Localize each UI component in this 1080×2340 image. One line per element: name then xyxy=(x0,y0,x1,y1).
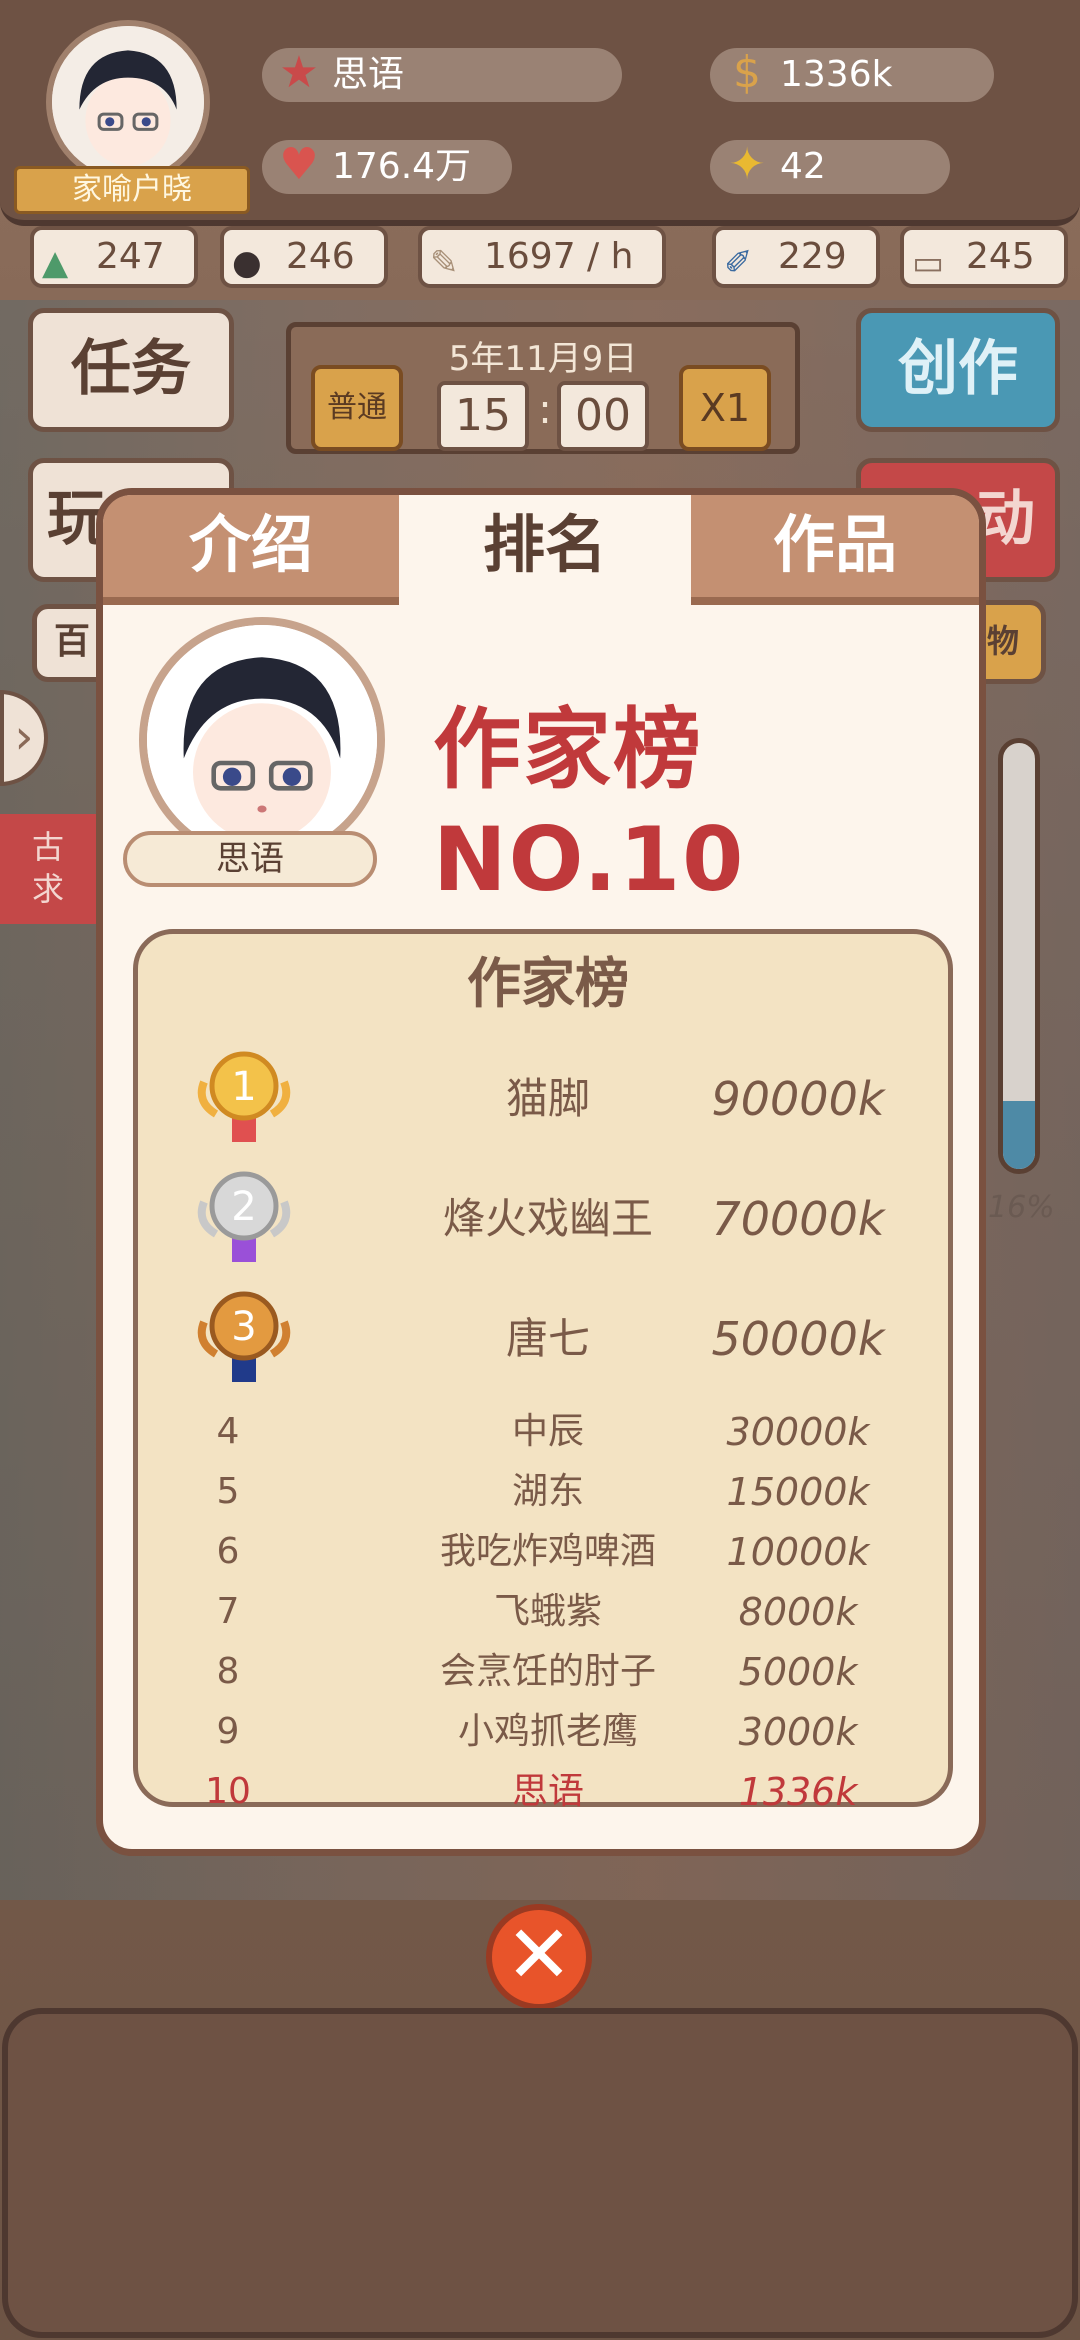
leaderboard-rank: 7 xyxy=(216,1591,240,1632)
top-status-bar: 家喻户晓 ★ 思语 $ 1336k ♥ 176.4万 ✦ 42 xyxy=(0,0,1080,226)
player-avatar[interactable] xyxy=(46,20,210,184)
stat-value: 246 xyxy=(286,236,355,277)
close-icon: ✕ xyxy=(505,1908,573,2001)
leaderboard-rank: 9 xyxy=(216,1711,240,1752)
leaderboard-row: 3 唐七 50000k xyxy=(138,1291,958,1384)
leaderboard-name: 飞蛾紫 xyxy=(493,1591,602,1632)
leaderboard-name: 猫脚 xyxy=(505,1074,590,1123)
silver-medal-icon: 2 xyxy=(197,1171,291,1262)
money-pill: $ 1336k xyxy=(710,47,994,102)
leaderboard-name: 烽火戏幽王 xyxy=(442,1194,653,1243)
close-button[interactable]: ✕ xyxy=(486,1904,592,2010)
leaderboard-name: 小鸡抓老鹰 xyxy=(457,1711,638,1752)
stat-chip-brush: ✐ 229 xyxy=(712,226,880,288)
progress-gauge xyxy=(998,738,1040,1174)
side-tag[interactable]: 古 求 xyxy=(0,814,96,924)
leaderboard-score: 5000k xyxy=(738,1650,858,1694)
leaderboard-score: 1336k xyxy=(738,1770,858,1814)
fans-pill: ♥ 176.4万 xyxy=(262,139,512,194)
bronze-medal-icon: 3 xyxy=(197,1291,291,1382)
mode-button[interactable]: 普通 xyxy=(311,365,403,451)
leaderboard-rank: 5 xyxy=(216,1471,240,1512)
task-button[interactable]: 任务 xyxy=(28,308,234,432)
leaderboard-rank: 10 xyxy=(205,1771,251,1812)
lightbulb-icon: ✦ xyxy=(728,139,766,190)
date-panel: 5年11月9日 普通 15 : 00 X1 xyxy=(286,322,800,454)
leaderboard-name: 会烹饪的肘子 xyxy=(439,1651,656,1692)
rank-heading: 作家榜 NO.10 xyxy=(433,698,746,911)
time-colon: : xyxy=(538,387,552,433)
stat-chip-book: ▭ 245 xyxy=(900,226,1068,288)
player-name: 思语 xyxy=(332,54,405,95)
profile-modal: 介绍 排名 作品 思语 作家榜 NO.10 作家榜 1 猫脚 90000k 2 … xyxy=(96,488,986,1856)
money-bag-icon: $ xyxy=(733,47,761,98)
book-icon: ▭ xyxy=(912,243,945,283)
speed-button[interactable]: X1 xyxy=(679,365,771,451)
svg-text:2: 2 xyxy=(231,1184,256,1230)
leaderboard-score: 15000k xyxy=(726,1470,870,1514)
player-name-plate: 思语 xyxy=(123,831,377,887)
star-icon: ★ xyxy=(279,47,319,98)
leaderboard-name: 我吃炸鸡啤酒 xyxy=(439,1531,656,1572)
tab-intro[interactable]: 介绍 xyxy=(103,495,399,605)
player-avatar-large xyxy=(139,617,385,863)
leaderboard-score: 8000k xyxy=(738,1590,858,1634)
leaderboard-name: 思语 xyxy=(511,1771,584,1812)
leaderboard-row: 5 湖东 15000k xyxy=(138,1462,958,1522)
tab-works[interactable]: 作品 xyxy=(691,495,979,605)
leaderboard-row: 8 会烹饪的肘子 5000k xyxy=(138,1642,958,1702)
avatar-portrait-icon xyxy=(147,625,377,855)
leaderboard-name: 中辰 xyxy=(511,1411,584,1452)
scroll-icon: ✎ xyxy=(430,243,459,283)
inspiration-value: 42 xyxy=(780,146,826,187)
minute-display: 00 xyxy=(557,381,649,451)
stat-chip-scroll: ✎ 1697 / h xyxy=(418,226,666,288)
create-button[interactable]: 创作 xyxy=(856,308,1060,432)
svg-text:1: 1 xyxy=(231,1064,256,1110)
avatar-portrait-icon xyxy=(52,26,204,178)
money-value: 1336k xyxy=(780,54,893,95)
leaderboard-row: 9 小鸡抓老鹰 3000k xyxy=(138,1702,958,1762)
leaderboard-row: 4 中辰 30000k xyxy=(138,1402,958,1462)
leaderboard-row: 1 猫脚 90000k xyxy=(138,1051,958,1144)
leaderboard-score: 10000k xyxy=(726,1530,870,1574)
brush-icon: ✐ xyxy=(724,243,753,283)
leaderboard-rank: 8 xyxy=(216,1651,240,1692)
leaderboard-title: 作家榜 xyxy=(467,952,629,1015)
player-title-ribbon: 家喻户晓 xyxy=(14,166,250,214)
gold-medal-icon: 1 xyxy=(197,1051,291,1142)
leaderboard-row: 2 烽火戏幽王 70000k xyxy=(138,1171,958,1264)
leaderboard-rank: 4 xyxy=(216,1411,240,1452)
leaderboard-rank: 6 xyxy=(216,1531,240,1572)
leaderboard-panel: 作家榜 1 猫脚 90000k 2 烽火戏幽王 70000k 3 唐七 5000… xyxy=(133,929,953,1814)
stat-chip-money-pile: ▲ 247 xyxy=(30,226,198,288)
tab-ranking[interactable]: 排名 xyxy=(399,495,691,605)
leaderboard-score: 30000k xyxy=(726,1410,870,1454)
leaderboard-score: 70000k xyxy=(711,1192,885,1246)
money-pile-icon: ▲ xyxy=(42,243,69,283)
stat-value: 245 xyxy=(966,236,1035,277)
leaderboard-score: 50000k xyxy=(711,1312,885,1366)
bottom-panel xyxy=(2,2008,1078,2338)
leaderboard-score: 3000k xyxy=(738,1710,858,1754)
gauge-label: 16% xyxy=(988,1190,1055,1225)
leaderboard-score: 90000k xyxy=(711,1072,885,1126)
player-name-pill: ★ 思语 xyxy=(262,47,622,102)
leaderboard-name: 唐七 xyxy=(505,1314,590,1363)
hour-display: 15 xyxy=(437,381,529,451)
fans-value: 176.4万 xyxy=(332,146,472,187)
stat-value: 229 xyxy=(778,236,847,277)
stat-chip-hat: ● 246 xyxy=(220,226,388,288)
progress-gauge-fill xyxy=(1003,1100,1035,1169)
stat-value: 247 xyxy=(96,236,165,277)
svg-text:3: 3 xyxy=(231,1304,256,1350)
leaderboard-row: 7 飞蛾紫 8000k xyxy=(138,1582,958,1642)
leaderboard-row: 6 我吃炸鸡啤酒 10000k xyxy=(138,1522,958,1582)
leaderboard-row-current-player: 10 思语 1336k xyxy=(138,1762,958,1822)
inspiration-pill: ✦ 42 xyxy=(710,139,950,194)
hat-icon: ● xyxy=(232,243,262,283)
leaderboard-name: 湖东 xyxy=(511,1471,584,1512)
hearts-icon: ♥ xyxy=(279,139,319,190)
stat-value: 1697 / h xyxy=(484,236,634,277)
